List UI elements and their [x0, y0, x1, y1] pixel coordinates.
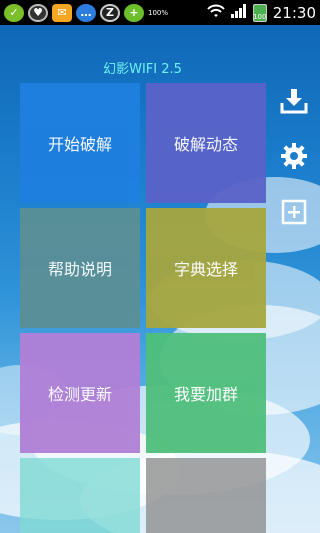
start-crack-tile[interactable]: 开始破解 [20, 83, 140, 203]
clock: 21:30 [272, 3, 316, 22]
tile-label: 开始破解 [47, 135, 112, 154]
app-title: 幻影WIFI 2.5 [103, 62, 182, 77]
gear-icon [281, 143, 307, 169]
tile-label: 我要加群 [173, 385, 238, 404]
download-button[interactable] [279, 86, 309, 116]
check-update-tile[interactable]: 检测更新 [20, 333, 140, 453]
help-tile[interactable]: 帮助说明 [20, 208, 140, 328]
heart-icon: ♥ [28, 3, 48, 22]
z-icon: Z [100, 3, 120, 22]
battery-percent: 100 [253, 12, 267, 21]
settings-button[interactable] [279, 141, 309, 171]
plus-icon: + [124, 3, 144, 22]
chat-icon: … [76, 3, 96, 22]
tile-label: 帮助说明 [47, 260, 112, 279]
status-bar: ✓ ♥ ✉ … Z + 100% 100 21:30 [0, 0, 320, 25]
join-group-tile[interactable]: 我要加群 [146, 333, 266, 453]
status-right: 100 21:30 [207, 3, 316, 22]
mail-icon: ✉ [52, 3, 72, 22]
notification-icons: ✓ ♥ ✉ … Z + 100% [4, 3, 169, 22]
add-button[interactable] [279, 197, 309, 227]
tile-partial-left[interactable] [20, 458, 140, 533]
app-icon-green: ✓ [4, 3, 24, 22]
small-percent: 100% [148, 8, 169, 17]
tile-partial-right[interactable] [146, 458, 266, 533]
dictionary-tile[interactable]: 字典选择 [146, 208, 266, 328]
tile-label: 破解动态 [173, 135, 238, 154]
add-icon [281, 199, 307, 225]
battery-icon: 100 [252, 3, 267, 22]
crack-status-tile[interactable]: 破解动态 [146, 83, 266, 203]
signal-icon [230, 3, 247, 22]
tile-label: 检测更新 [47, 385, 112, 404]
download-icon [280, 89, 308, 114]
wifi-icon [207, 3, 225, 22]
tile-label: 字典选择 [173, 260, 238, 279]
